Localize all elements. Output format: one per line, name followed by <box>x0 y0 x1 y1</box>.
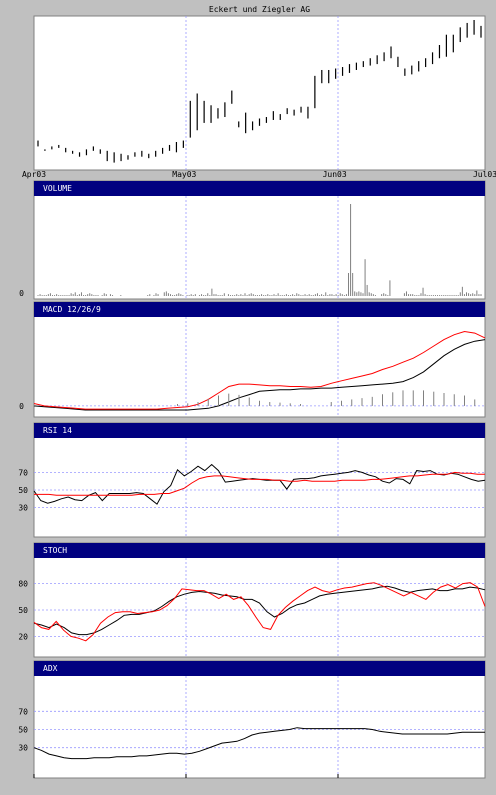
rsi-panel-background <box>33 422 486 538</box>
y-tick-label: 50 <box>18 486 28 495</box>
volume-y-labels: 0 <box>19 289 24 298</box>
volume-header-bar <box>34 181 485 196</box>
rsi-header-bar <box>34 423 485 438</box>
adx-panel: ADX 70 50 30 <box>18 660 486 779</box>
price-panel: Eckert und Ziegler AG Apr03 May03 Jun03 Jul… <box>22 5 496 179</box>
y-tick-label: 50 <box>18 726 28 735</box>
y-tick-label: 70 <box>18 468 28 477</box>
price-panel-background <box>33 15 486 171</box>
volume-header-label: VOLUME <box>43 184 72 193</box>
adx-panel-background <box>33 660 486 779</box>
y-tick-label: 80 <box>18 580 28 589</box>
y-tick-label: 0 <box>19 289 24 298</box>
x-tick-label: May03 <box>172 170 196 179</box>
macd-panel-background <box>33 301 486 418</box>
x-tick-label: Apr03 <box>22 170 46 179</box>
stoch-panel: STOCH 80 50 20 <box>18 542 486 658</box>
volume-panel-background <box>33 180 486 300</box>
rsi-y-labels: 70 50 30 <box>18 468 28 512</box>
adx-header-label: ADX <box>43 664 58 673</box>
stoch-panel-background <box>33 542 486 658</box>
y-tick-label: 20 <box>18 632 28 641</box>
y-tick-label: 0 <box>19 402 24 411</box>
x-axis-labels: Apr03 May03 Jun03 Jul03 <box>22 170 496 179</box>
y-tick-label: 50 <box>18 606 28 615</box>
rsi-panel: RSI 14 70 50 30 <box>18 422 486 538</box>
y-tick-label: 70 <box>18 707 28 716</box>
macd-y-labels: 0 <box>19 402 24 411</box>
adx-header-bar <box>34 661 485 676</box>
x-tick-label: Jun03 <box>323 170 347 179</box>
macd-panel: MACD 12/26/9 0 <box>19 301 486 418</box>
x-tick-label: Jul03 <box>473 170 496 179</box>
stoch-y-labels: 80 50 20 <box>18 580 28 642</box>
rsi-header-label: RSI 14 <box>43 426 72 435</box>
stock-chart-stack: Eckert und Ziegler AG Apr03 May03 Jun03 Jul… <box>18 5 496 779</box>
stoch-header-bar <box>34 543 485 558</box>
adx-y-labels: 70 50 30 <box>18 707 28 752</box>
macd-header-bar <box>34 302 485 317</box>
volume-panel: VOLUME 0 <box>19 180 486 300</box>
y-tick-label: 30 <box>18 744 28 753</box>
price-chart-title: Eckert und Ziegler AG <box>209 5 310 14</box>
stoch-header-label: STOCH <box>43 546 67 555</box>
macd-header-label: MACD 12/26/9 <box>43 305 101 314</box>
y-tick-label: 30 <box>18 504 28 513</box>
